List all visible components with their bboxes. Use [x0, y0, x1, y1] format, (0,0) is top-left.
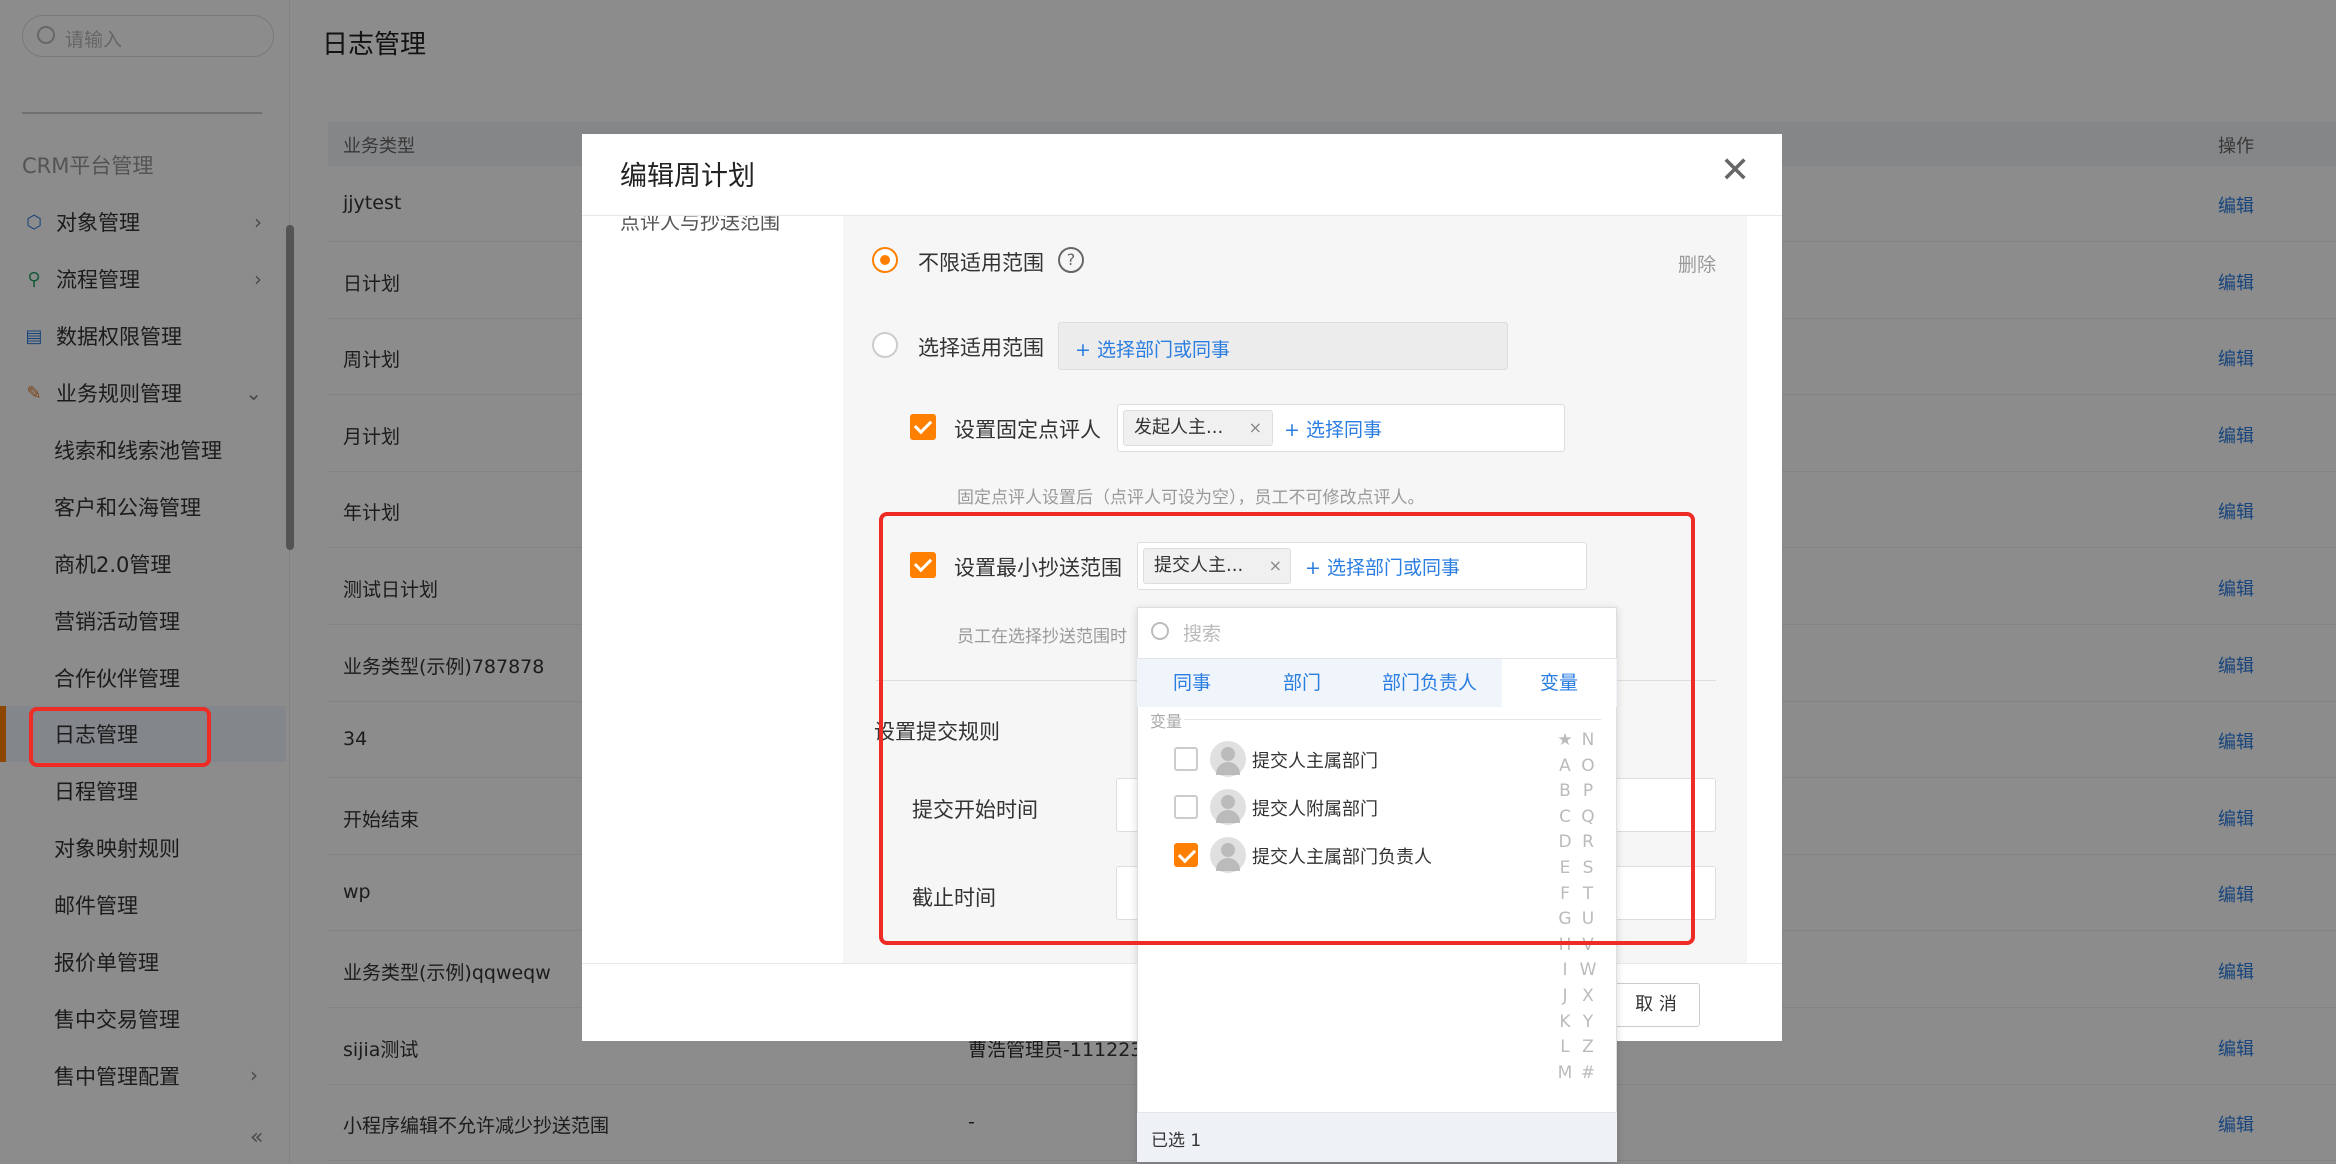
radio-select-scope-label: 选择适用范围 [918, 336, 1044, 360]
index-letter[interactable]: J [1555, 986, 1575, 1006]
index-letter[interactable]: I [1555, 960, 1575, 980]
modal-header [582, 134, 1782, 216]
fixed-reviewer-hint: 固定点评人设置后（点评人可设为空），员工不可修改点评人。 [957, 488, 1425, 508]
close-icon[interactable]: ✕ [1720, 150, 1750, 191]
highlight-box [29, 707, 211, 767]
scope-select-field[interactable]: + 选择部门或同事 [1058, 322, 1508, 370]
fixed-reviewer-checkbox[interactable] [910, 414, 936, 440]
index-letter[interactable]: Y [1578, 1012, 1598, 1032]
index-letter[interactable]: L [1555, 1037, 1575, 1057]
index-letter[interactable]: X [1578, 986, 1598, 1006]
select-dept-colleague-link[interactable]: + 选择部门或同事 [1075, 335, 1230, 362]
radio-select-scope[interactable] [872, 332, 898, 358]
delete-link[interactable]: 删除 [1678, 250, 1716, 277]
fixed-reviewer-label: 设置固定点评人 [954, 418, 1101, 442]
index-letter[interactable]: M [1555, 1063, 1575, 1083]
index-letter[interactable]: W [1578, 960, 1598, 980]
radio-unlimited-label: 不限适用范围 [918, 251, 1044, 275]
remove-tag-icon[interactable]: × [1249, 411, 1262, 445]
highlight-box [879, 512, 1695, 945]
modal-title: 编辑周计划 [620, 161, 755, 192]
index-letter[interactable]: K [1555, 1012, 1575, 1032]
selected-count: 已选 1 [1151, 1131, 1202, 1151]
cancel-button[interactable]: 取 消 [1612, 983, 1700, 1027]
select-colleague-link[interactable]: + 选择同事 [1284, 415, 1382, 442]
index-letter[interactable]: Z [1578, 1037, 1598, 1057]
help-icon[interactable]: ? [1058, 247, 1084, 273]
index-letter[interactable]: # [1578, 1063, 1598, 1083]
radio-unlimited[interactable] [872, 247, 898, 273]
reviewer-tag[interactable]: 发起人主... × [1123, 410, 1273, 446]
picker-footer: 已选 1 [1137, 1112, 1617, 1162]
